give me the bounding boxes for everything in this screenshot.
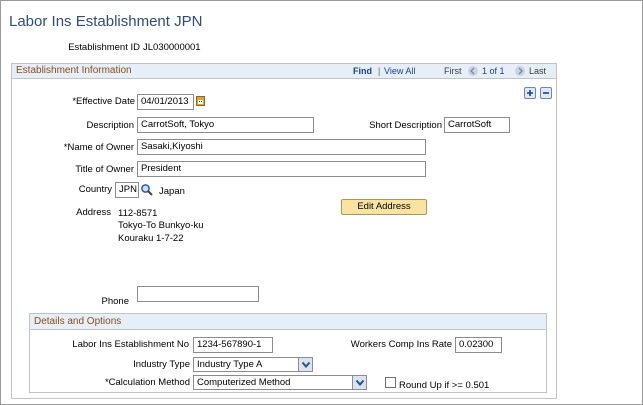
details-options-title: Details and Options bbox=[34, 316, 122, 327]
country-name: Japan bbox=[159, 186, 185, 197]
establishment-id-value: JL030000001 bbox=[143, 42, 201, 53]
lookup-icon[interactable] bbox=[140, 183, 154, 197]
row-counter: 1 of 1 bbox=[482, 66, 505, 76]
owner-title-input[interactable]: President bbox=[137, 161, 426, 177]
address-label: Address bbox=[76, 207, 111, 218]
view-all-link[interactable]: View All bbox=[384, 66, 415, 76]
chevron-down-icon[interactable] bbox=[298, 358, 312, 371]
phone-label: Phone bbox=[101, 296, 129, 307]
effective-date-label: *Effective Date bbox=[72, 96, 135, 107]
owner-title-label: Title of Owner bbox=[75, 164, 134, 175]
next-icon[interactable] bbox=[515, 66, 525, 76]
workers-rate-input[interactable]: 0.02300 bbox=[455, 337, 502, 353]
description-label: Description bbox=[86, 120, 134, 131]
calc-method-label: *Calculation Method bbox=[104, 377, 190, 388]
section-title: Establishment Information bbox=[16, 65, 132, 76]
establishment-info-header: Establishment Information Find | View Al… bbox=[12, 64, 556, 79]
country-input[interactable]: JPN bbox=[115, 182, 139, 198]
establishment-id-label: Establishment ID bbox=[68, 42, 140, 53]
plus-icon[interactable] bbox=[524, 87, 536, 99]
page-title: Labor Ins Establishment JPN bbox=[9, 13, 203, 30]
details-options-header: Details and Options bbox=[30, 314, 546, 330]
short-description-label: Short Description bbox=[369, 120, 442, 131]
last-link[interactable]: Last bbox=[529, 66, 546, 76]
address-line-1: 112-8571 bbox=[118, 208, 158, 219]
calendar-icon[interactable] bbox=[196, 96, 205, 106]
short-description-input[interactable]: CarrotSoft bbox=[444, 117, 510, 133]
workers-rate-label: Workers Comp Ins Rate bbox=[350, 339, 452, 350]
labor-ins-no-label: Labor Ins Establishment No bbox=[72, 339, 189, 350]
phone-input[interactable] bbox=[137, 286, 259, 302]
address-line-3: Kouraku 1-7-22 bbox=[118, 233, 184, 244]
effective-date-input[interactable]: 04/01/2013 bbox=[137, 94, 194, 110]
address-line-2: Tokyo-To Bunkyo-ku bbox=[118, 220, 204, 231]
industry-type-select[interactable]: Industry Type A bbox=[193, 357, 313, 372]
round-up-checkbox[interactable] bbox=[385, 377, 396, 388]
nav-separator: | bbox=[378, 66, 381, 76]
first-link[interactable]: First bbox=[444, 66, 462, 76]
industry-type-label: Industry Type bbox=[133, 359, 190, 370]
country-label: Country bbox=[78, 184, 112, 195]
chevron-down-icon[interactable] bbox=[352, 376, 366, 389]
minus-icon[interactable] bbox=[540, 87, 552, 99]
owner-name-label: *Name of Owner bbox=[63, 142, 134, 153]
round-up-label: Round Up if >= 0.501 bbox=[399, 380, 490, 391]
description-input[interactable]: CarrotSoft, Tokyo bbox=[137, 117, 314, 133]
edit-address-button[interactable]: Edit Address bbox=[341, 199, 427, 215]
previous-icon[interactable] bbox=[468, 66, 478, 76]
calc-method-select[interactable]: Computerized Method bbox=[193, 375, 367, 390]
labor-ins-no-input[interactable]: 1234-567890-1 bbox=[193, 337, 273, 353]
industry-type-value: Industry Type A bbox=[197, 359, 263, 370]
find-link[interactable]: Find bbox=[353, 66, 372, 76]
calc-method-value: Computerized Method bbox=[197, 377, 291, 388]
owner-name-input[interactable]: Sasaki,Kiyoshi bbox=[137, 139, 426, 155]
